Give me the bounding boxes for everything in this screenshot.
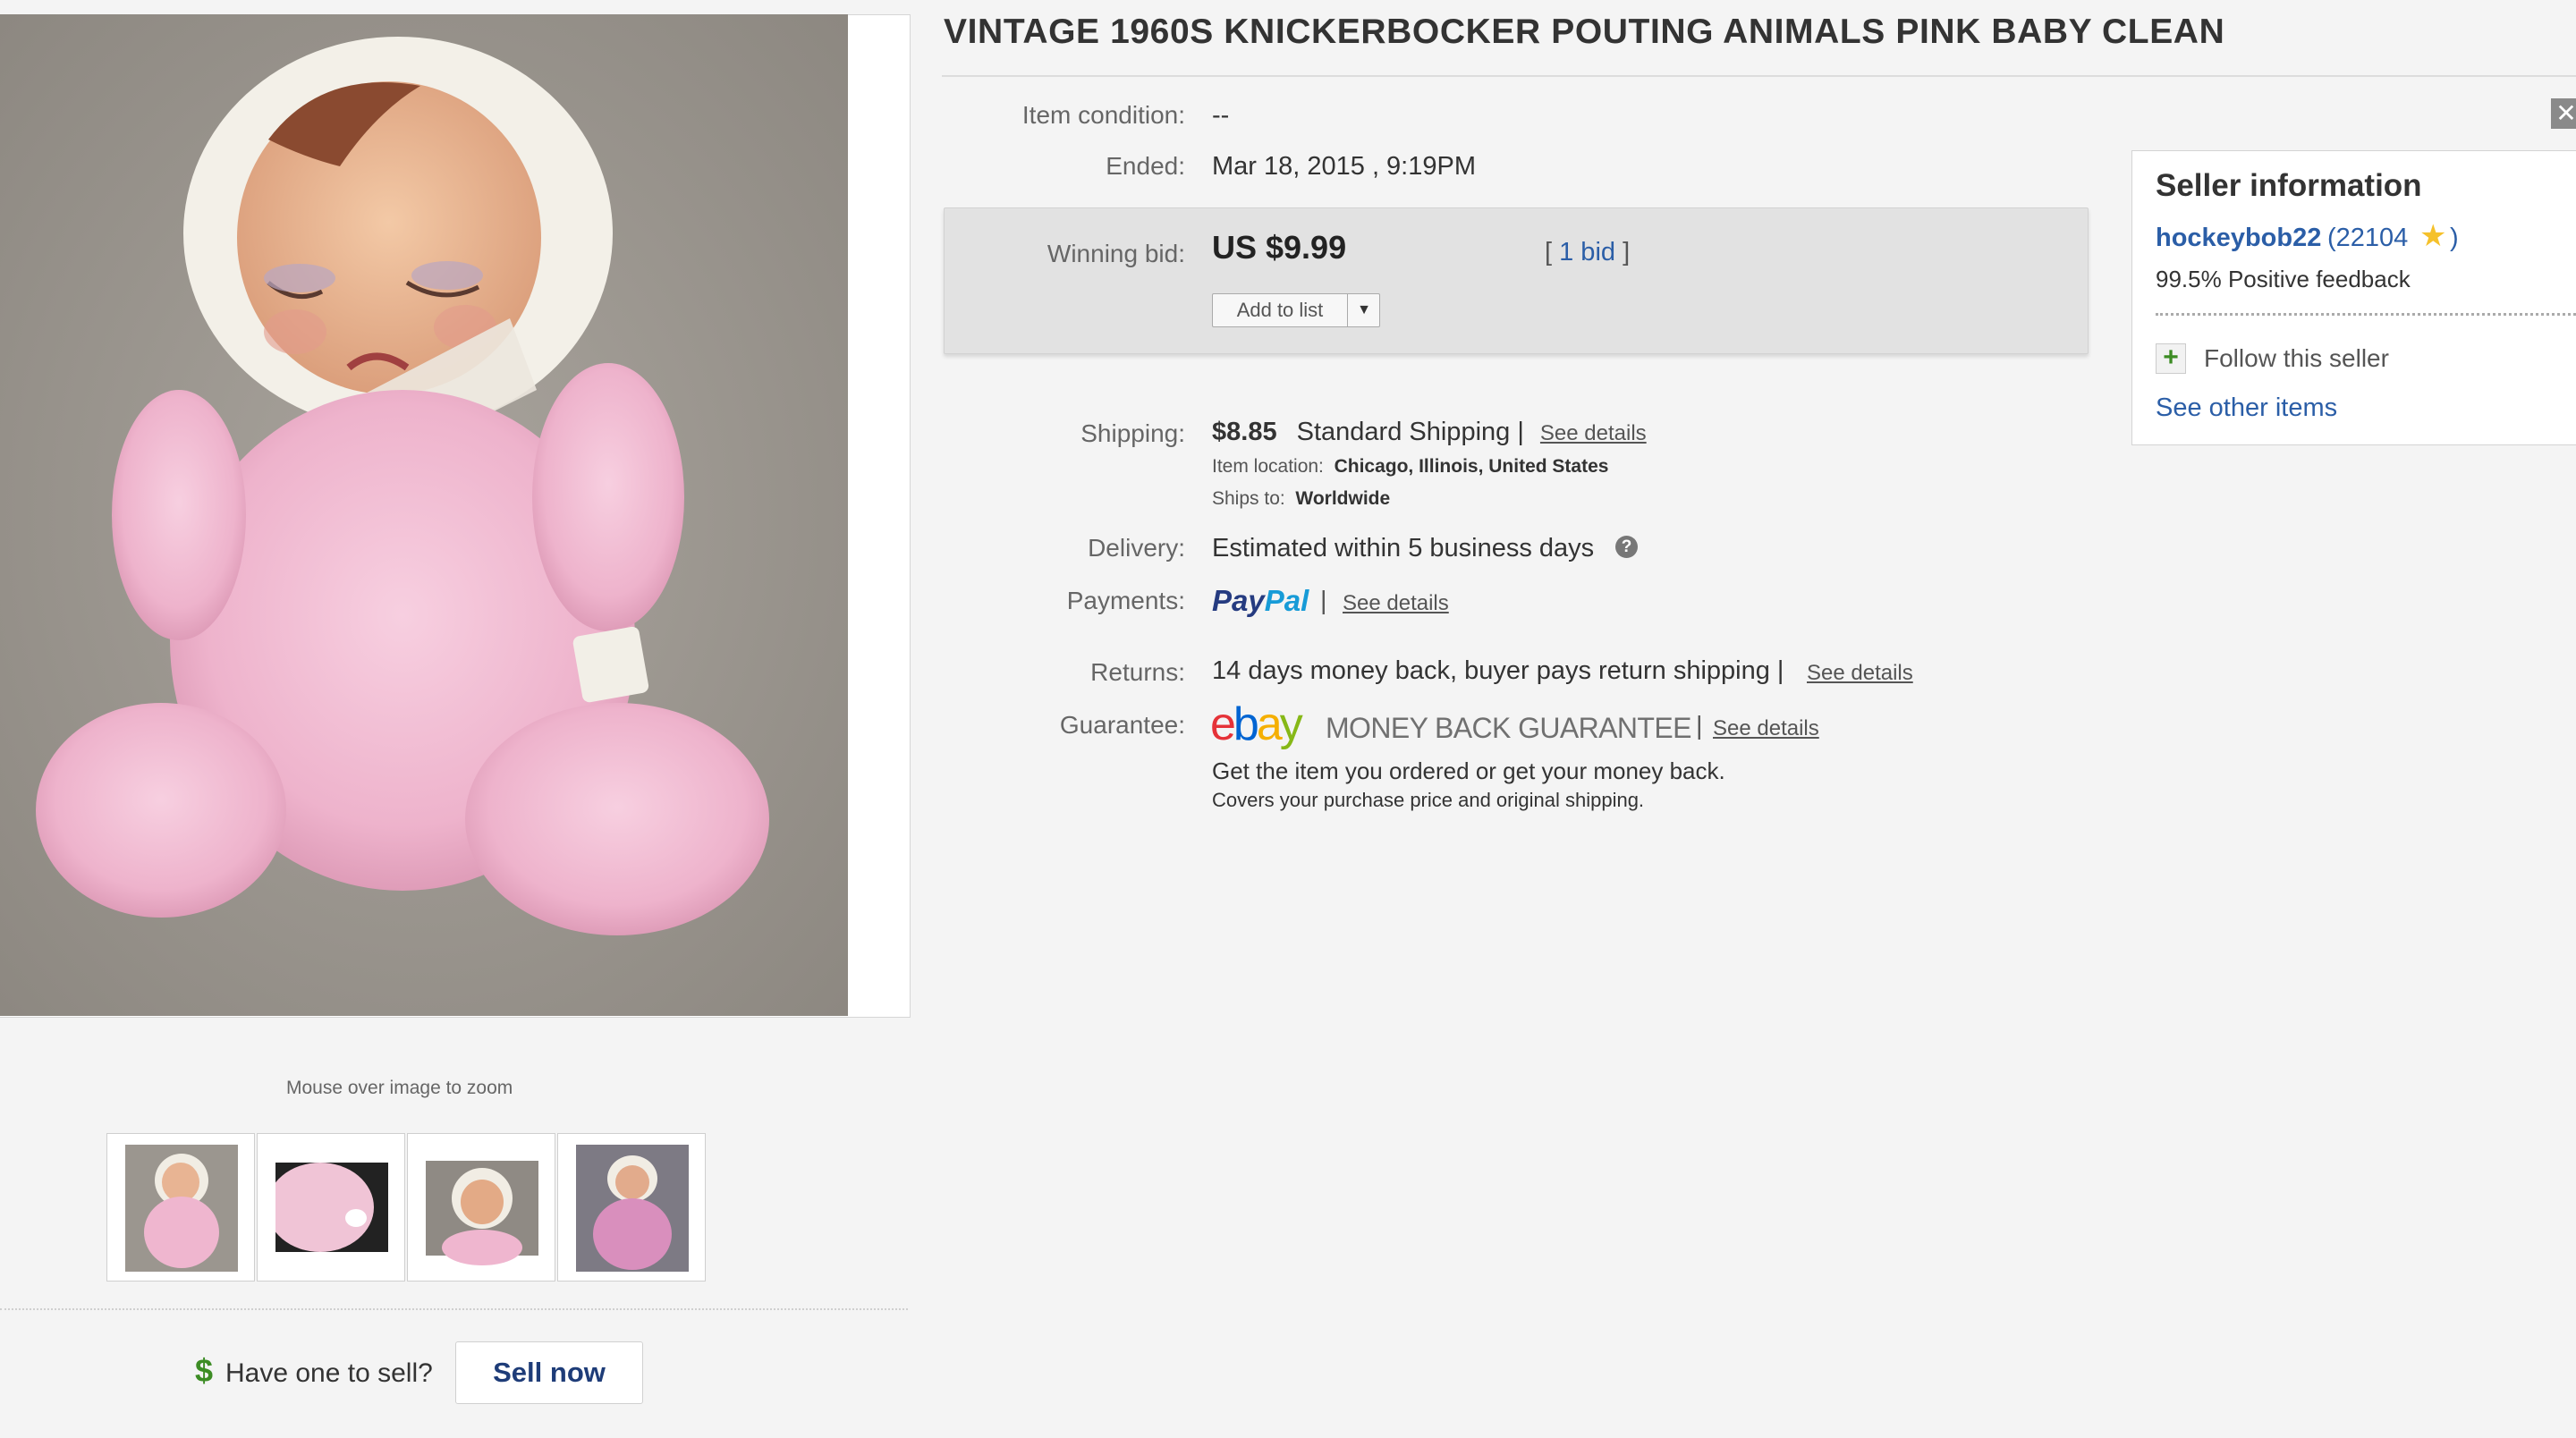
guarantee-separator: | bbox=[1696, 712, 1703, 740]
seller-score-close: ) bbox=[2450, 224, 2459, 252]
ended-label: Ended: bbox=[1106, 152, 1185, 180]
paypal-logo: PayPal bbox=[1212, 584, 1309, 617]
dollar-icon: $ bbox=[195, 1352, 214, 1389]
thumbnail-1[interactable] bbox=[106, 1133, 255, 1282]
sell-now-button[interactable]: Sell now bbox=[455, 1341, 643, 1404]
delivery-value: Estimated within 5 business days bbox=[1212, 534, 1595, 563]
close-icon[interactable]: ✕ bbox=[2551, 98, 2576, 129]
thumbnail-4[interactable] bbox=[557, 1133, 706, 1282]
shipping-value: $8.85 Standard Shipping | See details bbox=[1212, 418, 1647, 447]
seller-name-link[interactable]: hockeybob22 bbox=[2156, 224, 2321, 253]
follow-seller-link[interactable]: Follow this seller bbox=[2204, 344, 2389, 373]
ships-to: Ships to: Worldwide bbox=[1212, 488, 1391, 509]
star-icon: ★ bbox=[2419, 219, 2447, 253]
seller-divider bbox=[2156, 313, 2576, 316]
guarantee-label: Guarantee: bbox=[1059, 711, 1185, 739]
winning-bid-price: US $9.99 bbox=[1212, 229, 1347, 266]
bid-count-link[interactable]: 1 bid bbox=[1559, 238, 1615, 266]
returns-label: Returns: bbox=[1090, 658, 1185, 686]
add-to-list-button[interactable]: Add to list ▼ bbox=[1212, 293, 1380, 327]
shipping-details-link[interactable]: See details bbox=[1540, 421, 1647, 445]
condition-label: Item condition: bbox=[1021, 101, 1185, 129]
question-icon[interactable]: ? bbox=[1615, 536, 1638, 558]
shipping-label: Shipping: bbox=[1080, 419, 1185, 447]
ebay-logo: ebay bbox=[1210, 698, 1303, 750]
payments-label: Payments: bbox=[1066, 587, 1185, 614]
returns-value: 14 days money back, buyer pays return sh… bbox=[1212, 656, 1784, 685]
add-to-list-label[interactable]: Add to list bbox=[1213, 294, 1347, 326]
item-title: VINTAGE 1960S KNICKERBOCKER POUTING ANIM… bbox=[944, 13, 2225, 51]
money-back-guarantee: MONEY BACK GUARANTEE bbox=[1326, 712, 1691, 744]
plus-icon[interactable]: + bbox=[2156, 343, 2186, 374]
ended-value: Mar 18, 2015 , 9:19PM bbox=[1212, 152, 1476, 181]
thumbnail-2[interactable] bbox=[257, 1133, 405, 1282]
main-item-photo[interactable] bbox=[0, 14, 848, 1016]
zoom-hint: Mouse over image to zoom bbox=[286, 1078, 513, 1098]
returns-details-link[interactable]: See details bbox=[1807, 661, 1913, 686]
delivery-label: Delivery: bbox=[1088, 534, 1185, 562]
see-other-items-link[interactable]: See other items bbox=[2156, 393, 2337, 423]
shipping-method: Standard Shipping | bbox=[1296, 418, 1524, 446]
guarantee-line-2: Covers your purchase price and original … bbox=[1212, 789, 1645, 811]
thumbnail-3[interactable] bbox=[407, 1133, 555, 1282]
payments-separator: | bbox=[1320, 587, 1327, 615]
winning-bid-box bbox=[944, 207, 2089, 354]
chevron-down-icon[interactable]: ▼ bbox=[1347, 294, 1380, 326]
payments-details-link[interactable]: See details bbox=[1343, 591, 1449, 616]
condition-value: -- bbox=[1212, 101, 1230, 130]
title-divider bbox=[942, 75, 2576, 77]
seller-feedback: 99.5% Positive feedback bbox=[2156, 266, 2411, 292]
bid-count: [ 1 bid ] bbox=[1545, 238, 1631, 266]
left-divider bbox=[0, 1308, 908, 1310]
seller-score-link[interactable]: (22104 bbox=[2327, 224, 2408, 253]
shipping-cost: $8.85 bbox=[1212, 418, 1277, 446]
item-location: Item location: Chicago, Illinois, United… bbox=[1212, 456, 1609, 477]
guarantee-line-1: Get the item you ordered or get your mon… bbox=[1212, 757, 1725, 784]
winning-bid-label: Winning bid: bbox=[1046, 240, 1185, 267]
sell-prompt: Have one to sell? bbox=[225, 1358, 433, 1388]
guarantee-details-link[interactable]: See details bbox=[1713, 716, 1819, 741]
seller-heading: Seller information bbox=[2156, 168, 2422, 203]
